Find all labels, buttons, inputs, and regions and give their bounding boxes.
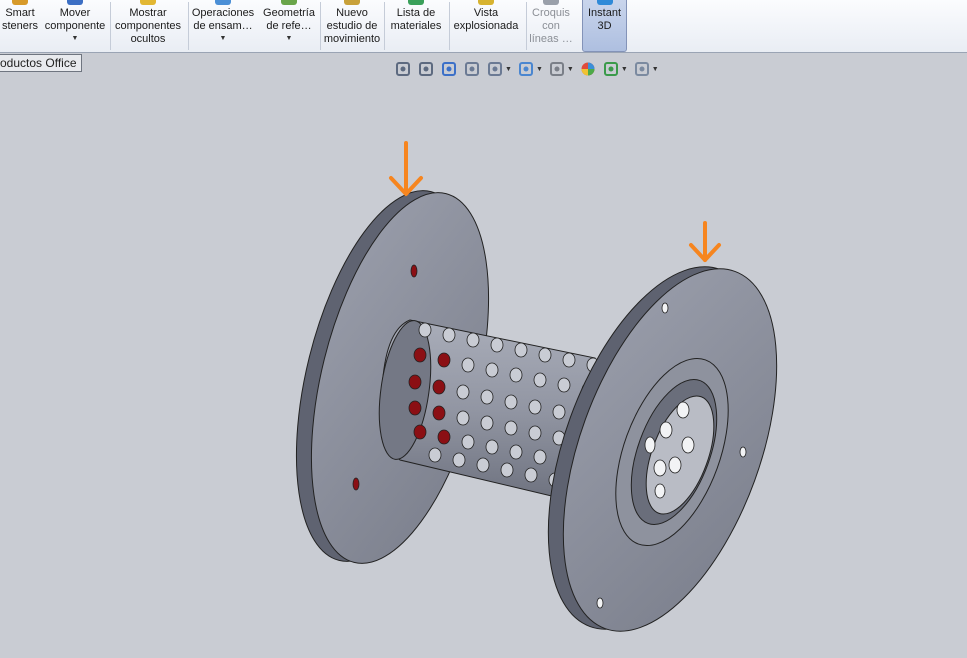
assembly-features-button[interactable]: Operaciones de ensam… ▼ — [190, 0, 256, 52]
chevron-down-icon[interactable]: ▼ — [652, 66, 659, 73]
chevron-down-icon[interactable]: ▼ — [621, 66, 628, 73]
bill-of-materials-button[interactable]: Lista de materiales — [385, 0, 447, 52]
tube-hole — [524, 467, 538, 483]
tube-hole — [504, 420, 518, 436]
tube-hole — [552, 404, 566, 420]
display-style-icon[interactable] — [518, 61, 534, 77]
tube-hole — [413, 347, 427, 363]
tab-office-products[interactable]: oductos Office — [0, 54, 82, 72]
annotation-arrow-left — [389, 141, 423, 196]
tube-hole — [533, 372, 547, 388]
chevron-down-icon[interactable]: ▼ — [220, 34, 227, 43]
tube-hole — [442, 327, 456, 343]
tube-hole — [538, 347, 552, 363]
tube-hole — [557, 377, 571, 393]
tube-hole — [476, 457, 490, 473]
sketch-lines-icon — [543, 0, 559, 5]
instant-3d-icon — [596, 0, 613, 5]
tube-hole — [485, 362, 499, 378]
ribbon-button-label: Croquis con líneas … — [529, 7, 573, 45]
ribbon-button-label: Operaciones de ensam… — [191, 7, 255, 32]
exploded-view-icon — [478, 0, 494, 5]
apply-scene-icon[interactable] — [603, 61, 619, 77]
tube-hole — [490, 337, 504, 353]
tube-hole — [528, 425, 542, 441]
tube-hole — [456, 410, 470, 426]
reference-geometry-icon — [281, 0, 297, 5]
tube-hole — [461, 434, 475, 450]
tube-hole — [500, 462, 514, 478]
instant-3d-button[interactable]: Instant 3D — [582, 0, 627, 52]
graphics-viewport[interactable] — [0, 0, 967, 658]
chevron-down-icon[interactable]: ▼ — [505, 66, 512, 73]
section-view-icon[interactable] — [464, 61, 480, 77]
ribbon-button-label: Smart steners — [1, 7, 39, 32]
ribbon-button-label: Vista explosionada — [453, 7, 519, 32]
tube-hole — [432, 379, 446, 395]
annotation-arrow-right — [689, 221, 721, 262]
move-component-icon — [67, 0, 83, 5]
chevron-down-icon[interactable]: ▼ — [567, 66, 574, 73]
tube-hole — [437, 429, 451, 445]
zoom-to-area-icon[interactable] — [418, 61, 434, 77]
previous-view-icon[interactable] — [441, 61, 457, 77]
tube-hole — [509, 367, 523, 383]
tube-hole — [437, 352, 451, 368]
heads-up-view-toolbar: ▼ ▼ ▼ ▼ ▼ — [395, 59, 665, 79]
ribbon-button-label: Nuevo estudio de movimiento — [323, 7, 381, 45]
motion-study-icon — [344, 0, 360, 5]
chevron-down-icon[interactable]: ▼ — [536, 66, 543, 73]
ribbon-button-label: Lista de materiales — [390, 7, 442, 32]
tube-hole — [452, 452, 466, 468]
tube-hole — [514, 342, 528, 358]
tube-hole — [408, 400, 422, 416]
tube-hole — [509, 444, 523, 460]
tube-hole — [504, 394, 518, 410]
assembly-features-icon — [215, 0, 231, 5]
view-orientation-icon[interactable] — [487, 61, 503, 77]
explode-line-sketch-button[interactable]: Croquis con líneas … — [526, 0, 576, 52]
smart-fasteners-button[interactable]: Smart steners — [0, 0, 40, 52]
tube-hole — [528, 399, 542, 415]
bom-icon — [408, 0, 424, 5]
tube-hole — [461, 357, 475, 373]
bolt-hole — [352, 477, 360, 491]
zoom-to-fit-icon[interactable] — [395, 61, 411, 77]
tube-hole — [480, 415, 494, 431]
chevron-down-icon[interactable]: ▼ — [286, 34, 293, 43]
tube-hole — [562, 352, 576, 368]
chevron-down-icon[interactable]: ▼ — [72, 34, 79, 43]
tube-hole — [408, 374, 422, 390]
ribbon-separator — [320, 2, 321, 50]
ribbon-separator — [188, 2, 189, 50]
tube-hole — [413, 424, 427, 440]
show-hidden-components-button[interactable]: Mostrar componentes ocultos — [110, 0, 186, 52]
new-motion-study-button[interactable]: Nuevo estudio de movimiento — [322, 0, 382, 52]
exploded-view-button[interactable]: Vista explosionada — [448, 0, 524, 52]
tube-hole — [533, 449, 547, 465]
ribbon-button-label: Geometría de refe… — [263, 7, 315, 32]
tube-hole — [432, 405, 446, 421]
ribbon-button-label: Mover componente — [44, 7, 106, 32]
view-settings-icon[interactable] — [634, 61, 650, 77]
hide-show-items-icon[interactable] — [549, 61, 565, 77]
move-component-button[interactable]: Mover componente ▼ — [42, 0, 108, 52]
command-manager-ribbon: Smart steners Mover componente ▼ Mostrar co… — [0, 0, 967, 53]
show-hidden-icon — [140, 0, 156, 5]
ribbon-button-label: Mostrar componentes ocultos — [114, 7, 182, 45]
bolt-hole — [410, 264, 418, 278]
tube-hole — [485, 439, 499, 455]
ribbon-button-label: Instant 3D — [587, 7, 622, 32]
tube-hole — [418, 322, 432, 338]
tube-hole — [428, 447, 442, 463]
fastener-icon — [12, 0, 28, 5]
tube-hole — [456, 384, 470, 400]
tube-hole — [480, 389, 494, 405]
edit-appearance-icon[interactable] — [580, 61, 596, 77]
reference-geometry-button[interactable]: Geometría de refe… ▼ — [260, 0, 318, 52]
tube-hole — [466, 332, 480, 348]
